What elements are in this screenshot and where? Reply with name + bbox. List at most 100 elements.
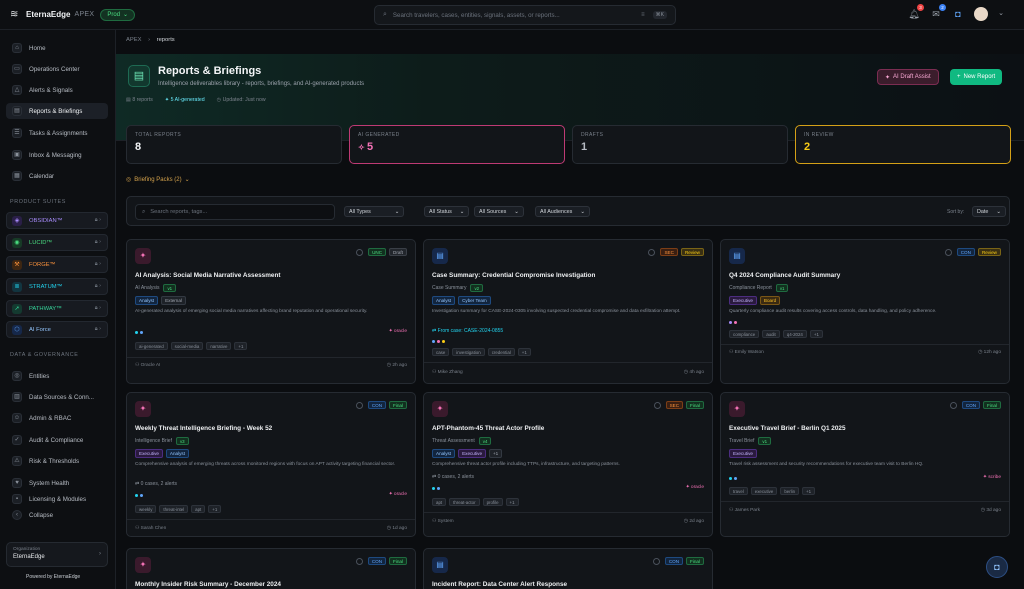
chevron-down-icon[interactable]: ⌄ bbox=[998, 8, 1004, 20]
avatar[interactable] bbox=[974, 7, 988, 21]
message-icon[interactable]: ✉ 2 bbox=[930, 4, 946, 20]
card-title: Q4 2024 Compliance Audit Summary bbox=[729, 272, 841, 279]
select-radio[interactable] bbox=[652, 557, 660, 565]
global-search[interactable]: ⌕ Search travelers, cases, entities, sig… bbox=[374, 5, 676, 25]
assistant-icon[interactable]: ◘ bbox=[952, 8, 964, 20]
report-card[interactable]: ✦ UNC Draft AI Analysis: Social Media Nar… bbox=[126, 239, 416, 384]
sidebar-item-system-health[interactable]: ♥ System Health bbox=[6, 475, 108, 491]
suite-ai-force[interactable]: ⬡ AI Force 🔒︎ › bbox=[6, 321, 108, 338]
suite-pathway[interactable]: ➚ PATHWAY™ 🔒︎ › bbox=[6, 300, 108, 317]
sidebar-item-entities[interactable]: ◎ Entities bbox=[6, 368, 108, 384]
classification-badge: CON bbox=[961, 401, 981, 409]
sidebar-item-calendar[interactable]: ▦ Calendar bbox=[6, 168, 108, 184]
sidebar-item-label: Operations Center bbox=[29, 65, 80, 73]
source-filter[interactable]: All Sources ⌄ bbox=[474, 206, 524, 217]
sidebar-item-audit[interactable]: ✓ Audit & Compliance bbox=[6, 432, 108, 448]
tag: apt bbox=[432, 498, 447, 506]
tag: narrative bbox=[206, 342, 232, 350]
report-card[interactable]: ✦ CON Final Monthly Insider Risk Summary … bbox=[126, 548, 416, 589]
sort-label: Sort by: bbox=[947, 209, 965, 215]
suite-stratum[interactable]: ≣ STRATUM™ 🔒︎ › bbox=[6, 278, 108, 295]
breadcrumb-root[interactable]: APEX bbox=[126, 37, 141, 43]
sidebar-item-label: Data Sources & Conn... bbox=[29, 393, 95, 401]
report-card[interactable]: ▤ CON Review Q4 2024 Compliance Audit Sum… bbox=[720, 239, 1010, 384]
logo-icon[interactable]: ≋ bbox=[10, 9, 20, 20]
new-report-button[interactable]: + New Report bbox=[950, 69, 1003, 85]
report-card[interactable]: ✦ SEC Final APT-Phantom-45 Threat Actor P… bbox=[423, 392, 713, 537]
document-icon: ▤ bbox=[432, 557, 448, 573]
env-selector[interactable]: Prod ⌄ bbox=[100, 8, 136, 21]
stat-in-review: In Review 2 bbox=[795, 125, 1011, 164]
report-card[interactable]: ▤ CON Final Incident Report: Data Center … bbox=[423, 548, 713, 589]
source-dots bbox=[432, 340, 445, 343]
stat-label: In Review bbox=[804, 132, 834, 138]
chevron-down-icon: ⌄ bbox=[459, 208, 465, 215]
stat-value: 2 bbox=[804, 141, 811, 153]
audience-tag: Analyst bbox=[135, 296, 159, 305]
stat-label: Total Reports bbox=[135, 132, 182, 138]
sidebar-item-home[interactable]: ⌂ Home bbox=[6, 40, 108, 56]
sidebar-item-reports[interactable]: ▤ Reports & Briefings bbox=[6, 103, 108, 119]
case-link[interactable]: ⇄ From case: CASE-2024-0855 bbox=[432, 328, 503, 334]
sidebar-item-licensing[interactable]: ▪ Licensing & Modules bbox=[6, 494, 108, 504]
status-filter[interactable]: All Status ⌄ bbox=[424, 206, 470, 217]
sidebar-item-alerts[interactable]: △ Alerts & Signals bbox=[6, 82, 108, 98]
lock-icon: 🔒︎ › bbox=[94, 305, 101, 311]
tag-list: apt threat-actor profile +1 bbox=[432, 498, 519, 506]
audience-filter[interactable]: All Audiences ⌄ bbox=[535, 206, 590, 217]
select-radio[interactable] bbox=[355, 401, 363, 409]
audience-tag: Board bbox=[759, 296, 781, 305]
main-content: APEX › reports ▤ Reports & Briefings Int… bbox=[116, 30, 1024, 589]
linked-items[interactable]: ⇄ 0 cases, 2 alerts bbox=[135, 481, 177, 487]
bell-icon[interactable]: 🔔︎ 3 bbox=[908, 4, 924, 20]
card-author: ⚇ Oracle AI bbox=[135, 363, 161, 368]
report-card[interactable]: ✦ CON Final Executive Travel Brief - Berl… bbox=[720, 392, 1010, 537]
version-tag: v4 bbox=[478, 437, 492, 445]
source-dots bbox=[729, 477, 737, 480]
sparkle-icon: ✦ bbox=[885, 74, 891, 81]
sidebar-item-tasks[interactable]: ☰ Tasks & Assignments bbox=[6, 125, 108, 141]
card-time: ◷ 3d ago bbox=[980, 508, 1001, 513]
breadcrumb: APEX › reports bbox=[126, 37, 175, 43]
sidebar-item-operations[interactable]: ▭ Operations Center bbox=[6, 61, 108, 77]
sidebar-item-inbox[interactable]: ▣ Inbox & Messaging bbox=[6, 147, 108, 163]
select-radio[interactable] bbox=[355, 557, 363, 565]
assistant-fab[interactable]: ◘ bbox=[986, 556, 1008, 578]
briefing-packs-toggle[interactable]: ◎ Briefing Packs (2) ⌄ bbox=[126, 176, 190, 184]
reports-count: ▤ 8 reports bbox=[126, 97, 153, 103]
report-card[interactable]: ✦ CON Final Weekly Threat Intelligence Br… bbox=[126, 392, 416, 537]
audience-tag: Executive bbox=[729, 296, 757, 305]
select-radio[interactable] bbox=[944, 248, 952, 256]
database-icon: ▥ bbox=[12, 392, 22, 402]
suite-obsidian[interactable]: ◈ OBSIDIAN™ 🔒︎ › bbox=[6, 212, 108, 229]
select-radio[interactable] bbox=[949, 401, 957, 409]
classification-badge: CON bbox=[367, 557, 387, 565]
select-radio[interactable] bbox=[356, 248, 364, 256]
chevron-down-icon: ⌄ bbox=[996, 208, 1001, 215]
sidebar-item-admin[interactable]: ☺ Admin & RBAC bbox=[6, 410, 108, 426]
card-title: Executive Travel Brief - Berlin Q1 2025 bbox=[729, 425, 846, 432]
sidebar-item-data-sources[interactable]: ▥ Data Sources & Conn... bbox=[6, 389, 108, 405]
type-filter[interactable]: All Types ⌄ bbox=[344, 206, 405, 217]
select-radio[interactable] bbox=[648, 248, 656, 256]
sidebar-item-risk[interactable]: ⚠ Risk & Thresholds bbox=[6, 453, 108, 469]
filter-icon[interactable]: ≡ bbox=[641, 12, 645, 18]
linked-items[interactable]: ⇄ 0 cases, 2 alerts bbox=[432, 474, 474, 480]
card-time: ◷ 2d ago bbox=[683, 519, 704, 524]
plus-icon: + bbox=[957, 74, 961, 80]
suite-lucid[interactable]: ◉ LUCID™ 🔒︎ › bbox=[6, 234, 108, 251]
powered-by: Powered by EternaEdge bbox=[26, 574, 81, 580]
chevron-down-icon: ⌄ bbox=[394, 208, 400, 215]
report-card[interactable]: ▤ SEC Review Case Summary: Credential Com… bbox=[423, 239, 713, 384]
ai-draft-assist-button[interactable]: ✦ AI Draft Assist bbox=[877, 69, 939, 85]
tag: +1 bbox=[234, 342, 248, 350]
select-radio[interactable] bbox=[653, 401, 661, 409]
sort-select[interactable]: Date ⌄ bbox=[972, 206, 1006, 217]
bot-icon: ◘ bbox=[994, 562, 1000, 572]
org-switcher[interactable]: Organization EternaEdge › bbox=[6, 542, 108, 567]
suite-forge[interactable]: ⚒ FORGE™ 🔒︎ › bbox=[6, 256, 108, 273]
report-search-input[interactable]: ⌕ Search reports, tags... bbox=[135, 204, 335, 220]
collapse-button[interactable]: ‹ Collapse bbox=[6, 507, 108, 523]
card-author: ⚇ Mike Zhang bbox=[432, 370, 463, 375]
audience-tags: Analyst Cyber Team bbox=[432, 296, 491, 305]
